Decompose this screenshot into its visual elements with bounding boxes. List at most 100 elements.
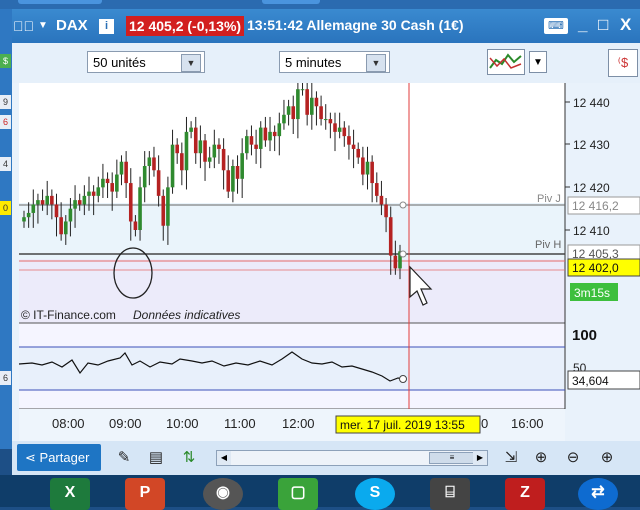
candle-body (73, 200, 77, 209)
candle-body (175, 144, 179, 154)
candle-body (110, 183, 114, 192)
price-chart[interactable]: 12 440 12 430 12 420 12 410 100 50 Piv J… (12, 83, 640, 441)
chart-tools-icon[interactable]: ⁽$ (608, 49, 638, 77)
candle-body (152, 157, 156, 171)
candle-body (59, 217, 63, 235)
left-marker-3[interactable]: 6 (0, 115, 11, 129)
share-button[interactable]: ⋖ Partager (17, 444, 101, 471)
trade-icon[interactable]: ⇅ (178, 447, 200, 469)
media-icon[interactable]: ◉ (203, 478, 243, 510)
osc-value: 34,604 (572, 374, 609, 388)
candle-body (370, 161, 374, 184)
window-menu-icon[interactable]: ▯⃞ (13, 18, 35, 38)
info-icon[interactable]: i (99, 19, 114, 34)
green-app-icon[interactable]: ▢ (278, 478, 318, 510)
candle-body (68, 208, 73, 222)
time-tick-1600: 16:00 (511, 416, 544, 431)
candle-body (342, 127, 347, 137)
candle-body (384, 204, 388, 218)
candle-body (356, 148, 361, 158)
teamviewer-icon[interactable]: ⇄ (578, 478, 618, 510)
candle-body (189, 127, 193, 132)
excel-icon[interactable]: X (50, 478, 90, 510)
chart-area[interactable]: 12 440 12 430 12 420 12 410 100 50 Piv J… (12, 83, 640, 441)
chevron-down-icon[interactable]: ▼ (366, 54, 386, 72)
candle-body (142, 166, 147, 188)
candle-body (226, 170, 231, 192)
network-icon[interactable]: ⌸ (430, 478, 470, 510)
maximize-button[interactable]: □ (598, 15, 608, 35)
candle-body (54, 204, 59, 218)
zoom-in-icon[interactable]: ⊕ (596, 447, 618, 469)
candle-body (388, 217, 393, 256)
price-tick-12430: 12 430 (573, 138, 610, 152)
time-tick-0800: 08:00 (52, 416, 85, 431)
candle-body (45, 195, 50, 205)
skype-icon[interactable]: S (355, 478, 395, 510)
interval-select[interactable]: 5 minutes ▼ (279, 51, 390, 73)
left-marker-6[interactable]: 6 (0, 371, 11, 385)
symbol-name[interactable]: DAX (56, 17, 88, 34)
chevron-down-icon[interactable]: ▼ (38, 20, 48, 31)
keyboard-icon[interactable]: ⌨ (544, 18, 568, 34)
price-tick-12440: 12 440 (573, 96, 610, 110)
candle-body (258, 127, 263, 149)
candle-body (282, 114, 286, 124)
time-tick-1000: 10:00 (166, 416, 199, 431)
candle-body (296, 89, 300, 120)
time-scrollbar[interactable]: ◀ ≡ ▶ (216, 450, 488, 466)
zoom-fit-icon[interactable]: ⊕ (530, 447, 552, 469)
draw-tool-icon[interactable]: ✎ (113, 447, 135, 469)
candle-body (314, 97, 319, 107)
bottom-toolbar: ⋖ Partager ✎ ▤ ⇅ ◀ ≡ ▶ ⇲ ⊕ ⊖ ⊕ (12, 441, 640, 475)
candle-body (245, 136, 249, 154)
candle-body (217, 144, 221, 149)
indicators-dropdown[interactable]: ▼ (529, 51, 547, 73)
watermark-right: Données indicatives (133, 308, 240, 322)
candle-body (101, 178, 105, 188)
time-tick-1100: 11:00 (224, 416, 256, 431)
share-icon: ⋖ (25, 450, 36, 465)
candle-body (323, 119, 328, 121)
left-marker-1[interactable]: $ (0, 54, 11, 68)
scroll-left-icon[interactable]: ◀ (217, 451, 231, 465)
list-icon[interactable]: ▤ (145, 447, 167, 469)
candle-body (207, 157, 212, 162)
candle-body (170, 144, 175, 188)
candle-body (128, 183, 133, 222)
left-marker-5[interactable]: 0 (0, 201, 11, 215)
piv-h-marker (399, 250, 407, 258)
candle-body (286, 106, 291, 115)
countdown: 3m15s (574, 286, 610, 300)
units-select[interactable]: 50 unités ▼ (87, 51, 205, 73)
candle-body (91, 191, 96, 196)
chevron-down-icon[interactable]: ▼ (181, 54, 201, 72)
candle-body (365, 161, 370, 175)
zoom-out-icon[interactable]: ⊖ (562, 447, 584, 469)
minimize-button[interactable]: _ (578, 15, 587, 35)
units-select-value: 50 unités (93, 55, 146, 70)
current-price: 12 402,0 (572, 261, 619, 275)
autoscale-icon[interactable]: ⇲ (500, 447, 522, 469)
indicators-icon[interactable] (487, 49, 525, 75)
candle-body (193, 127, 198, 154)
window-title: 13:51:42 Allemagne 30 Cash (1€) (247, 17, 464, 33)
scroll-thumb[interactable]: ≡ (429, 452, 475, 464)
close-button[interactable]: X (620, 15, 631, 35)
left-marker-2[interactable]: 9 (0, 95, 11, 109)
candle-body (240, 153, 244, 179)
candle-body (50, 195, 54, 205)
price-tick-12420: 12 420 (573, 181, 610, 195)
scroll-right-icon[interactable]: ▶ (473, 451, 487, 465)
top-strip (0, 0, 640, 9)
candle-body (138, 187, 142, 230)
candle-body (63, 221, 68, 235)
piv-j-value: 12 416,2 (572, 199, 619, 213)
price-tick-12410: 12 410 (573, 224, 610, 238)
filezilla-icon[interactable]: Z (505, 478, 545, 510)
cursor-date: mer. 17 juil. 2019 13:55 (340, 418, 465, 432)
powerpoint-icon[interactable]: P (125, 478, 165, 510)
candle-body (87, 191, 91, 196)
left-marker-4[interactable]: 4 (0, 157, 11, 171)
piv-j-label: Piv J (537, 193, 561, 205)
